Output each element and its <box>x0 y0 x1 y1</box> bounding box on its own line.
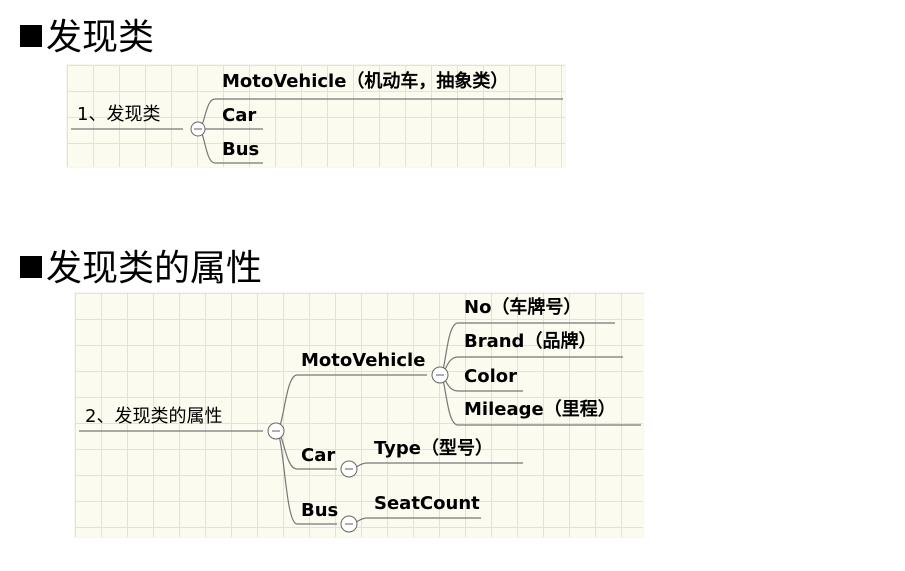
attribute-node-no[interactable]: No（车牌号） <box>464 298 581 318</box>
square-bullet-icon <box>20 25 42 47</box>
mindmap-class-attributes: 2、发现类的属性 MotoVehicle Car Bus No（车牌号） Bra… <box>74 292 644 538</box>
attribute-node-brand[interactable]: Brand（品牌） <box>464 332 596 352</box>
square-bullet-icon <box>20 256 42 278</box>
section2-heading-text: 发现类的属性 <box>46 248 263 289</box>
class-node-bus[interactable]: Bus <box>301 501 338 521</box>
section1-heading: 发现类 <box>20 18 154 58</box>
section1-heading-text: 发现类 <box>46 17 155 58</box>
root-node-1[interactable]: 1、发现类 <box>77 105 160 125</box>
class-node-motovehicle[interactable]: MotoVehicle <box>301 351 425 371</box>
mindmap-discover-classes: 1、发现类 MotoVehicle（机动车，抽象类） Car Bus <box>66 64 566 168</box>
attribute-node-seatcount[interactable]: SeatCount <box>374 494 480 514</box>
class-node-bus[interactable]: Bus <box>222 140 259 160</box>
branch-seatcount <box>348 517 481 525</box>
attribute-node-color[interactable]: Color <box>464 367 517 387</box>
branch-type <box>348 462 523 470</box>
branch-motovehicle <box>275 374 427 432</box>
section2-heading: 发现类的属性 <box>20 249 262 289</box>
root-node-2[interactable]: 2、发现类的属性 <box>85 407 222 427</box>
attribute-node-type[interactable]: Type（型号） <box>374 439 493 459</box>
class-node-car[interactable]: Car <box>222 106 256 126</box>
class-node-car[interactable]: Car <box>301 446 335 466</box>
class-node-motovehicle[interactable]: MotoVehicle（机动车，抽象类） <box>222 72 508 92</box>
attribute-node-mileage[interactable]: Mileage（里程） <box>464 400 616 420</box>
